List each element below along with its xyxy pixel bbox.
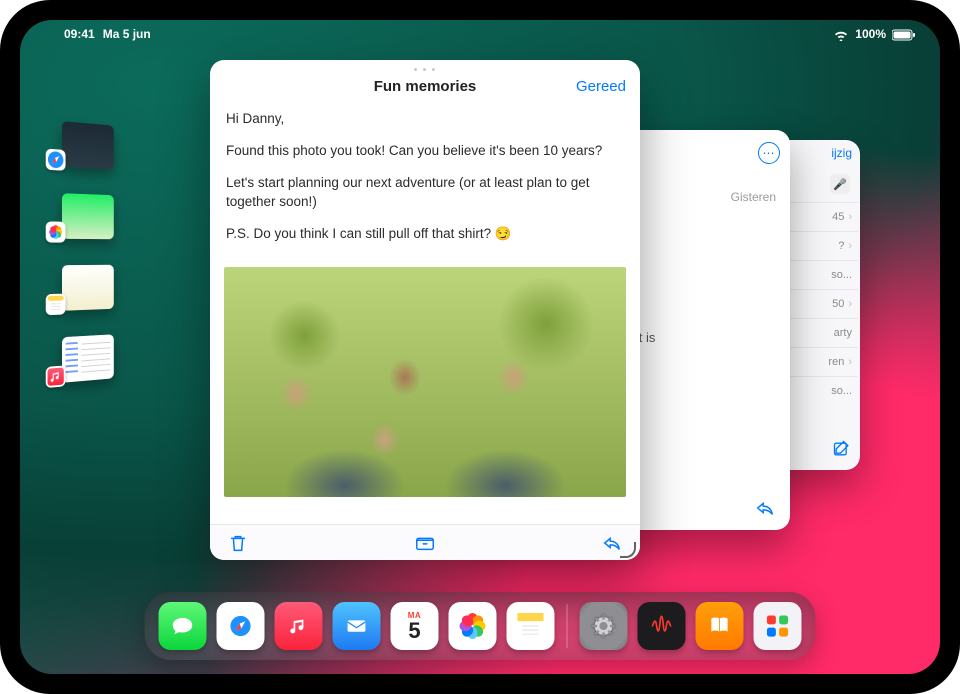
compose-title: Fun memories: [374, 78, 477, 95]
dock-app-notes[interactable]: [507, 602, 555, 650]
dictate-icon[interactable]: 🎤: [830, 174, 850, 194]
photos-icon: [46, 221, 66, 242]
compose-attached-photo[interactable]: [224, 267, 626, 497]
safari-icon: [46, 149, 66, 171]
dock-app-voicememos[interactable]: [638, 602, 686, 650]
calendar-day: 5: [408, 620, 420, 642]
stage-tile-safari[interactable]: [62, 121, 114, 170]
delete-button[interactable]: [218, 532, 258, 554]
ipad-screen: 09:41 Ma 5 jun 100%: [20, 20, 940, 674]
notes-icon: [46, 294, 66, 316]
status-bar: 09:41 Ma 5 jun 100%: [20, 20, 940, 44]
dock: MA 5: [145, 592, 816, 660]
more-actions-icon[interactable]: ⋯: [758, 142, 780, 164]
compose-paragraph: P.S. Do you think I can still pull off t…: [226, 225, 624, 243]
status-date: Ma 5 jun: [103, 27, 151, 41]
chevron-right-icon: ›: [848, 298, 852, 310]
compose-icon[interactable]: [832, 439, 852, 462]
dock-app-calendar[interactable]: MA 5: [391, 602, 439, 650]
reply-icon[interactable]: [754, 497, 776, 522]
compose-greeting: Hi Danny,: [226, 110, 624, 128]
dock-app-settings[interactable]: [580, 602, 628, 650]
done-button[interactable]: Gereed: [576, 78, 626, 95]
music-icon: [46, 365, 66, 388]
compose-body[interactable]: Hi Danny, Found this photo you took! Can…: [210, 106, 640, 265]
chevron-right-icon: ›: [848, 356, 852, 368]
battery-percentage: 100%: [855, 27, 886, 41]
dock-app-messages[interactable]: [159, 602, 207, 650]
dock-app-safari[interactable]: [217, 602, 265, 650]
stage-tile-photos[interactable]: [62, 193, 114, 239]
edit-button[interactable]: ijzig: [831, 146, 852, 160]
compose-paragraph: Found this photo you took! Can you belie…: [226, 142, 624, 160]
dock-separator: [567, 604, 568, 648]
dock-app-photos[interactable]: [449, 602, 497, 650]
ipad-device-frame: 09:41 Ma 5 jun 100%: [0, 0, 960, 694]
wifi-icon: [833, 27, 849, 41]
stage-manager-strip: [44, 120, 124, 384]
compose-titlebar: Fun memories Gereed: [210, 60, 640, 106]
stage-tile-music[interactable]: [62, 334, 114, 383]
dock-app-recents[interactable]: [754, 602, 802, 650]
battery-icon: [892, 27, 916, 41]
compose-toolbar: [210, 524, 640, 560]
mail-date-label: Gisteren: [731, 190, 776, 204]
chevron-right-icon: ›: [848, 211, 852, 223]
photos-icon: [459, 612, 487, 640]
archive-button[interactable]: [405, 532, 445, 554]
chevron-right-icon: ›: [848, 240, 852, 252]
status-time: 09:41: [64, 27, 95, 41]
stage-tile-notes[interactable]: [62, 265, 114, 311]
mail-compose-window[interactable]: • • • Fun memories Gereed Hi Danny, Foun…: [210, 60, 640, 560]
dock-app-mail[interactable]: [333, 602, 381, 650]
dock-app-books[interactable]: [696, 602, 744, 650]
dock-app-music[interactable]: [275, 602, 323, 650]
compose-paragraph: Let's start planning our next adventure …: [226, 174, 624, 210]
